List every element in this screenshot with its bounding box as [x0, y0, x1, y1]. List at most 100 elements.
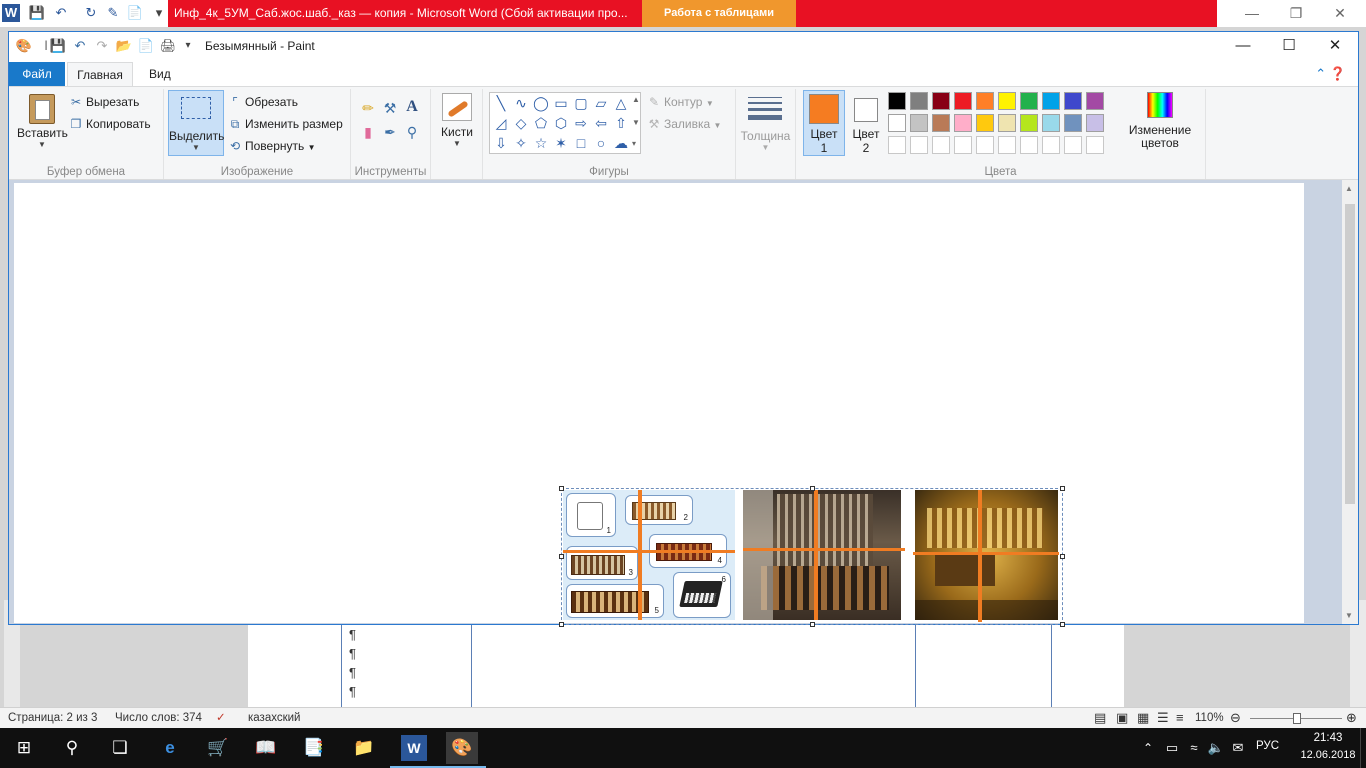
draft-icon[interactable]: ≡: [1176, 708, 1184, 728]
edge-icon[interactable]: e: [154, 732, 186, 764]
resize-handle[interactable]: [559, 486, 564, 491]
show-desktop-button[interactable]: [1360, 728, 1366, 768]
pasted-image-selection[interactable]: 1 2 3 4 5 6: [559, 486, 1065, 627]
palette-color-swatch[interactable]: [1020, 92, 1038, 110]
search-icon[interactable]: ⚲: [56, 732, 88, 764]
palette-color-swatch[interactable]: [998, 114, 1016, 132]
paste-dropdown-icon[interactable]: ▼: [17, 140, 67, 149]
palette-color-swatch[interactable]: [888, 114, 906, 132]
custom-color-slot[interactable]: [1042, 136, 1060, 154]
palette-color-swatch[interactable]: [1020, 114, 1038, 132]
resize-handle[interactable]: [1060, 486, 1065, 491]
color1-button[interactable]: Цвет 1: [803, 90, 845, 156]
select-dropdown-icon[interactable]: ▼: [169, 143, 223, 152]
drawing-canvas[interactable]: 1 2 3 4 5 6: [14, 183, 1304, 627]
input-language[interactable]: РУС: [1256, 740, 1279, 752]
word-doc-icon[interactable]: 📄: [126, 4, 144, 22]
shapes-scroll-down-icon[interactable]: ▼: [632, 118, 640, 127]
tab-home[interactable]: Главная: [67, 62, 133, 86]
scroll-up-icon[interactable]: ▲: [1345, 184, 1353, 193]
copy-button[interactable]: ❐ Копировать: [69, 117, 151, 131]
tab-file[interactable]: Файл: [9, 62, 65, 86]
help-icon[interactable]: ⌃ ❓: [1315, 66, 1346, 82]
curve-shape-icon[interactable]: ∿: [512, 94, 530, 112]
paint-new-icon[interactable]: 📄: [137, 38, 155, 54]
word-format-icon[interactable]: ✎: [104, 4, 122, 22]
hexagon-shape-icon[interactable]: ⬡: [552, 114, 570, 132]
windows-start-icon[interactable]: ⊞: [8, 732, 40, 764]
zoom-level[interactable]: 110%: [1195, 708, 1224, 728]
palette-color-swatch[interactable]: [998, 92, 1016, 110]
full-screen-icon[interactable]: ▣: [1116, 708, 1128, 728]
shapes-scroll-up-icon[interactable]: ▲: [632, 95, 640, 104]
up-arrow-shape-icon[interactable]: ⇧: [612, 114, 630, 132]
brushes-button[interactable]: Кисти ▼: [439, 93, 475, 155]
word-taskbar-icon[interactable]: W: [401, 735, 427, 761]
triangle-shape-icon[interactable]: △: [612, 94, 630, 112]
palette-color-swatch[interactable]: [932, 114, 950, 132]
fill-bucket-icon[interactable]: ⚒: [381, 99, 399, 117]
select-button[interactable]: Выделить ▼: [168, 90, 224, 156]
palette-color-swatch[interactable]: [1086, 92, 1104, 110]
paint-customize-icon[interactable]: ▾: [179, 38, 197, 54]
web-layout-icon[interactable]: ▦: [1137, 708, 1149, 728]
six-point-star-shape-icon[interactable]: ✶: [552, 134, 570, 152]
resize-handle[interactable]: [559, 554, 564, 559]
custom-color-slot[interactable]: [1020, 136, 1038, 154]
palette-color-swatch[interactable]: [1042, 92, 1060, 110]
clock-time[interactable]: 21:43: [1308, 732, 1348, 744]
pencil-icon[interactable]: ✏: [359, 99, 377, 117]
brushes-dropdown-icon[interactable]: ▼: [439, 139, 475, 148]
outline-button[interactable]: ✎ Контур ▼: [647, 95, 714, 109]
outline-icon[interactable]: ☰: [1157, 708, 1169, 728]
palette-color-swatch[interactable]: [976, 114, 994, 132]
palette-color-swatch[interactable]: [1064, 92, 1082, 110]
clock-date[interactable]: 12.06.2018: [1298, 749, 1358, 761]
paint-close-icon[interactable]: ✕: [1312, 32, 1358, 60]
paint-minimize-icon[interactable]: —: [1220, 32, 1266, 60]
rounded-callout-shape-icon[interactable]: □: [572, 134, 590, 152]
custom-color-slot[interactable]: [954, 136, 972, 154]
file-explorer-icon[interactable]: 📁: [348, 732, 380, 764]
down-arrow-shape-icon[interactable]: ⇩: [492, 134, 510, 152]
canvas-vertical-scrollbar[interactable]: ▲ ▼: [1342, 180, 1358, 624]
zoom-slider-thumb[interactable]: [1293, 713, 1301, 724]
palette-color-swatch[interactable]: [910, 92, 928, 110]
palette-color-swatch[interactable]: [954, 92, 972, 110]
palette-color-swatch[interactable]: [932, 92, 950, 110]
pdf-app-icon[interactable]: 📑: [298, 732, 330, 764]
palette-color-swatch[interactable]: [954, 114, 972, 132]
message-icon[interactable]: ✉: [1222, 732, 1254, 764]
word-save-icon[interactable]: 💾: [28, 4, 46, 22]
custom-color-slot[interactable]: [998, 136, 1016, 154]
four-point-star-shape-icon[interactable]: ✧: [512, 134, 530, 152]
rectangle-shape-icon[interactable]: ▭: [552, 94, 570, 112]
word-restore-icon[interactable]: ❐: [1274, 0, 1318, 27]
paint-taskbar-icon[interactable]: 🎨: [446, 732, 478, 764]
scroll-thumb[interactable]: [1345, 204, 1355, 504]
palette-color-swatch[interactable]: [976, 92, 994, 110]
oval-shape-icon[interactable]: ◯: [532, 94, 550, 112]
text-tool-icon[interactable]: A: [403, 98, 421, 116]
word-count[interactable]: Число слов: 374: [115, 708, 202, 728]
scroll-down-icon[interactable]: ▼: [1345, 611, 1353, 620]
custom-color-slot[interactable]: [976, 136, 994, 154]
palette-color-swatch[interactable]: [1042, 114, 1060, 132]
cloud-callout-shape-icon[interactable]: ☁: [612, 134, 630, 152]
custom-color-slot[interactable]: [1086, 136, 1104, 154]
word-table-tools-tab[interactable]: Работа с таблицами: [642, 0, 796, 27]
eraser-icon[interactable]: ▮: [359, 123, 377, 141]
palette-color-swatch[interactable]: [1064, 114, 1082, 132]
line-shape-icon[interactable]: ╲: [492, 94, 510, 112]
paint-open-icon[interactable]: 📂: [115, 38, 133, 54]
oval-callout-shape-icon[interactable]: ○: [592, 134, 610, 152]
word-minimize-icon[interactable]: —: [1230, 0, 1274, 27]
word-redo-icon[interactable]: ↻: [82, 4, 100, 22]
pentagon-shape-icon[interactable]: ⬠: [532, 114, 550, 132]
paint-maximize-icon[interactable]: ☐: [1266, 32, 1312, 60]
rotate-button[interactable]: ⟲ Повернуть ▼: [228, 139, 316, 153]
rounded-rectangle-shape-icon[interactable]: ▢: [572, 94, 590, 112]
store-icon[interactable]: 🛒: [202, 732, 234, 764]
cut-button[interactable]: ✂ Вырезать: [69, 95, 139, 109]
right-arrow-shape-icon[interactable]: ⇨: [572, 114, 590, 132]
